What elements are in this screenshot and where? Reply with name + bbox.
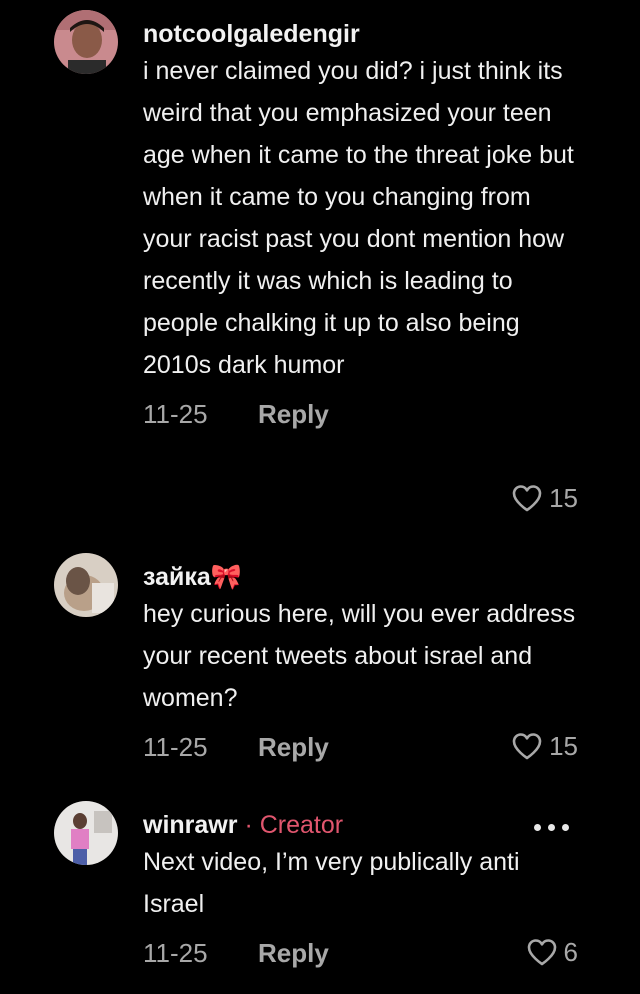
comment-date: 11-25 — [143, 732, 208, 762]
reply-button[interactable]: Reply — [258, 933, 329, 973]
comment-text: Next video, I’m very publically anti Isr… — [143, 848, 520, 918]
reply-button[interactable]: Reply — [258, 394, 329, 434]
like-count: 15 — [549, 731, 578, 761]
reply-button[interactable]: Reply — [258, 727, 329, 767]
badge-separator: · — [244, 811, 253, 839]
like-button[interactable]: 15 — [511, 726, 578, 766]
comment-meta: 11-25 Reply — [143, 933, 583, 973]
comment-username[interactable]: winrawr — [143, 811, 237, 839]
creator-badge: Creator — [259, 811, 344, 839]
comment-username[interactable]: notcoolgaledengir — [143, 18, 583, 50]
comment-text: hey curious here, will you ever address … — [143, 600, 576, 712]
like-count: 6 — [563, 937, 578, 967]
more-horizontal-icon[interactable] — [534, 820, 574, 834]
comment-meta: 11-25 Reply — [143, 394, 583, 434]
comment-username[interactable]: зайка🎀 — [143, 561, 583, 593]
comment-date: 11-25 — [143, 399, 208, 429]
heart-outline-icon — [527, 939, 556, 966]
comment-text: i never claimed you did? i just think it… — [143, 57, 574, 379]
heart-outline-icon — [512, 485, 542, 512]
avatar[interactable] — [54, 553, 118, 617]
like-button[interactable]: 15 — [511, 478, 578, 518]
avatar[interactable] — [54, 10, 118, 74]
like-count: 15 — [549, 483, 578, 513]
comment-date: 11-25 — [143, 938, 208, 968]
avatar[interactable] — [54, 801, 118, 865]
heart-outline-icon — [512, 733, 542, 760]
like-button[interactable]: 6 — [526, 932, 578, 972]
comment-username-row: winrawr · Creator — [143, 809, 583, 841]
